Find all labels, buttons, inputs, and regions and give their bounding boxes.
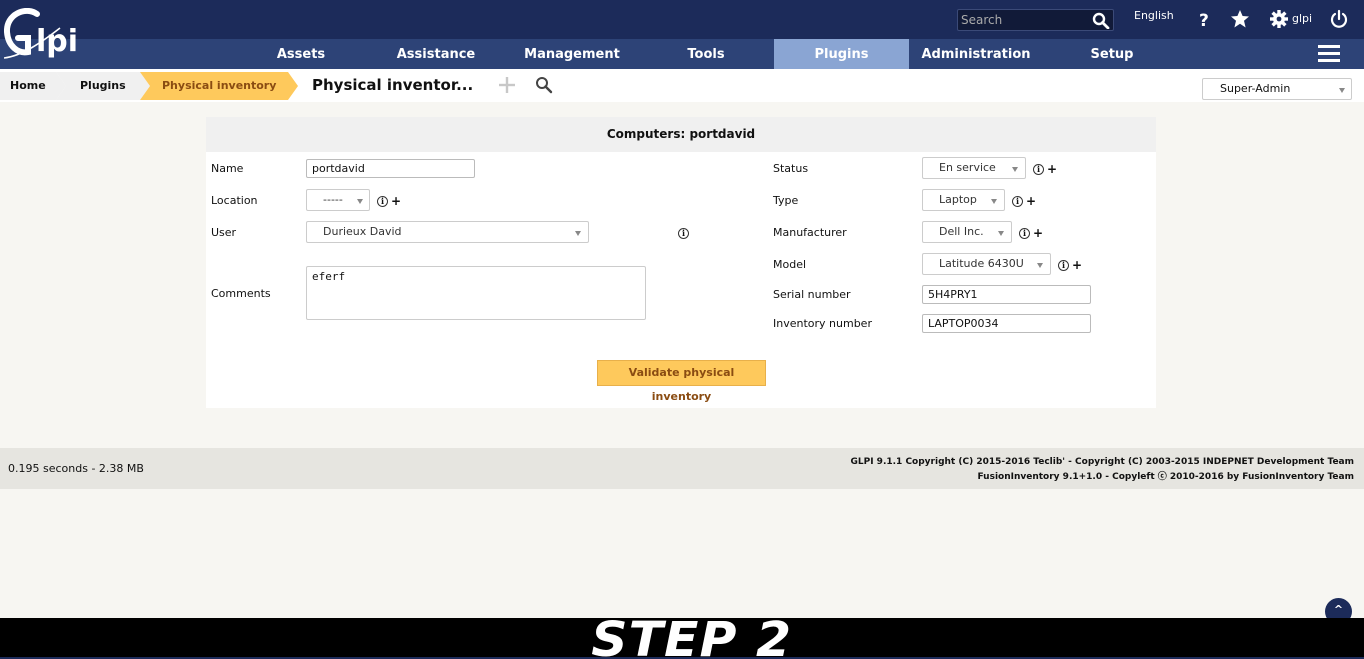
menu-administration[interactable]: Administration bbox=[915, 39, 1037, 69]
add-icon[interactable] bbox=[498, 76, 516, 94]
chevron-down-icon bbox=[998, 231, 1004, 236]
overlay-banner: STEP 2 bbox=[0, 618, 1364, 659]
status-select-value: En service bbox=[939, 161, 996, 174]
hamburger-menu-icon[interactable] bbox=[1318, 45, 1340, 63]
manufacturer-add-icon[interactable]: + bbox=[1033, 227, 1043, 239]
chevron-down-icon bbox=[1012, 167, 1018, 172]
menu-assistance[interactable]: Assistance bbox=[386, 39, 486, 69]
type-label: Type bbox=[773, 194, 799, 207]
user-name[interactable]: glpi bbox=[1292, 12, 1312, 25]
comments-label: Comments bbox=[211, 287, 271, 300]
form-title: Computers: portdavid bbox=[206, 117, 1156, 152]
model-label: Model bbox=[773, 258, 807, 271]
inventory-form: Computers: portdavid Name Location -----… bbox=[206, 117, 1156, 408]
breadcrumb-plugins[interactable]: Plugins bbox=[80, 72, 126, 100]
status-label: Status bbox=[773, 162, 809, 175]
fusion-copyright[interactable]: FusionInventory 9.1+1.0 - Copyleft ⓒ 201… bbox=[977, 469, 1354, 482]
manufacturer-label: Manufacturer bbox=[773, 226, 847, 239]
type-info-icon[interactable]: i bbox=[1012, 196, 1023, 207]
breadcrumb-physical-inventory[interactable]: Physical inventory bbox=[162, 72, 276, 100]
main-menu: Assets Assistance Management Tools Plugi… bbox=[0, 39, 1364, 69]
validate-inventory-button[interactable]: Validate physical inventory bbox=[597, 360, 766, 403]
chevron-down-icon bbox=[1037, 263, 1043, 268]
manufacturer-info-icon[interactable]: i bbox=[1019, 228, 1030, 239]
logout-icon[interactable] bbox=[1329, 9, 1349, 29]
model-select[interactable]: Latitude 6430U bbox=[922, 253, 1051, 275]
menu-assets[interactable]: Assets bbox=[260, 39, 342, 69]
menu-tools[interactable]: Tools bbox=[676, 39, 736, 69]
chevron-down-icon bbox=[575, 231, 581, 236]
menu-setup[interactable]: Setup bbox=[1080, 39, 1144, 69]
type-select[interactable]: Laptop bbox=[922, 189, 1005, 211]
location-label: Location bbox=[211, 194, 258, 207]
help-icon[interactable]: ? bbox=[1194, 9, 1214, 29]
profile-select[interactable]: Super-Admin bbox=[1202, 78, 1352, 100]
inventory-number-label: Inventory number bbox=[773, 317, 872, 330]
top-header: English ? glpi bbox=[0, 0, 1364, 39]
user-label: User bbox=[211, 226, 237, 239]
user-select[interactable]: Durieux David bbox=[306, 221, 589, 243]
comments-field[interactable]: eferf bbox=[306, 266, 646, 320]
model-add-icon[interactable]: + bbox=[1072, 259, 1082, 271]
search-box bbox=[957, 9, 1114, 31]
model-info-icon[interactable]: i bbox=[1058, 260, 1069, 271]
profile-select-value: Super-Admin bbox=[1220, 82, 1291, 95]
serial-number-label: Serial number bbox=[773, 288, 851, 301]
chevron-down-icon bbox=[991, 199, 997, 204]
search-icon[interactable] bbox=[1092, 12, 1110, 29]
breadcrumb-bar: Home Plugins Physical inventory bbox=[0, 69, 1364, 102]
manufacturer-select-value: Dell Inc. bbox=[939, 225, 984, 238]
gear-icon[interactable] bbox=[1269, 9, 1289, 29]
page-title: Physical inventor... bbox=[312, 76, 474, 94]
type-select-value: Laptop bbox=[939, 193, 977, 206]
name-field[interactable] bbox=[306, 159, 475, 178]
breadcrumb-home[interactable]: Home bbox=[10, 72, 46, 100]
name-label: Name bbox=[211, 162, 244, 175]
glpi-copyright[interactable]: GLPI 9.1.1 Copyright (C) 2015-2016 Tecli… bbox=[850, 457, 1354, 467]
svg-text:?: ? bbox=[1199, 11, 1209, 29]
status-select[interactable]: En service bbox=[922, 157, 1026, 179]
step-label: STEP 2 bbox=[591, 618, 793, 659]
inventory-number-field[interactable] bbox=[922, 314, 1091, 333]
chevron-down-icon bbox=[357, 199, 363, 204]
glpi-logo[interactable]: lpi bbox=[4, 8, 96, 63]
user-info-icon[interactable]: i bbox=[678, 228, 689, 239]
search-input[interactable] bbox=[961, 12, 1089, 28]
page-timing: 0.195 seconds - 2.38 MB bbox=[8, 462, 144, 475]
chevron-down-icon bbox=[1339, 88, 1345, 93]
location-select-value: ----- bbox=[323, 193, 343, 206]
search-list-icon[interactable] bbox=[535, 76, 553, 94]
serial-number-field[interactable] bbox=[922, 285, 1091, 304]
status-add-icon[interactable]: + bbox=[1047, 163, 1057, 175]
location-info-icon[interactable]: i bbox=[377, 196, 388, 207]
status-info-icon[interactable]: i bbox=[1033, 164, 1044, 175]
menu-management[interactable]: Management bbox=[517, 39, 627, 69]
star-icon[interactable] bbox=[1230, 9, 1250, 29]
location-select[interactable]: ----- bbox=[306, 189, 370, 211]
type-add-icon[interactable]: + bbox=[1026, 195, 1036, 207]
location-add-icon[interactable]: + bbox=[391, 195, 401, 207]
model-select-value: Latitude 6430U bbox=[939, 257, 1024, 270]
user-select-value: Durieux David bbox=[323, 225, 402, 238]
menu-plugins[interactable]: Plugins bbox=[774, 39, 909, 69]
svg-text:lpi: lpi bbox=[36, 24, 78, 59]
language-link[interactable]: English bbox=[1134, 9, 1174, 22]
manufacturer-select[interactable]: Dell Inc. bbox=[922, 221, 1012, 243]
footer: 0.195 seconds - 2.38 MB GLPI 9.1.1 Copyr… bbox=[0, 448, 1364, 489]
